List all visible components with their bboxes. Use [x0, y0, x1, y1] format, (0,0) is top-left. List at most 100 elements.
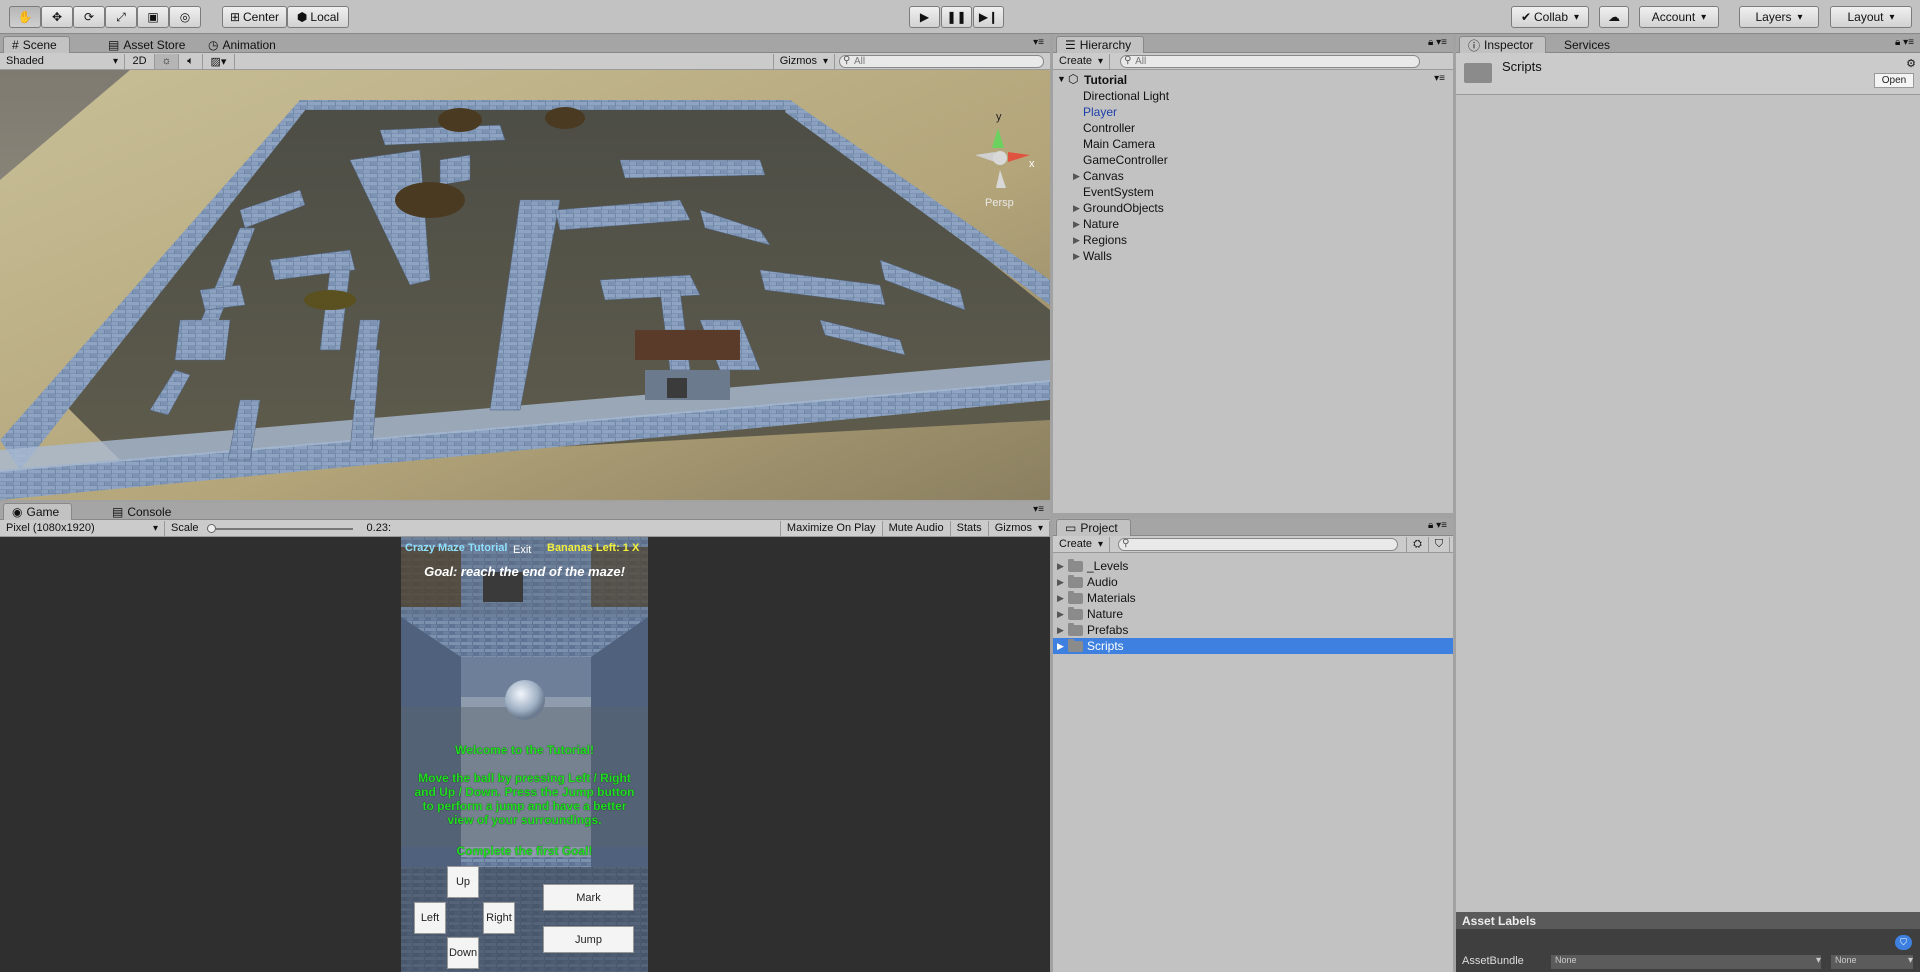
folder-icon: ▭: [1065, 521, 1077, 535]
hierarchy-item[interactable]: Controller: [1053, 120, 1453, 136]
up-button[interactable]: Up: [447, 866, 479, 898]
expand-triangle-icon[interactable]: ▶: [1057, 590, 1064, 606]
stats-toggle[interactable]: Stats: [951, 520, 989, 536]
down-button[interactable]: Down: [447, 937, 479, 969]
inspector-panel: ⓘ Inspector Services 🔒︎ ▾≡ Scripts ⚙ Open…: [1456, 35, 1920, 972]
panel-menu-icon[interactable]: ▾≡: [1033, 37, 1044, 48]
left-button[interactable]: Left: [414, 902, 446, 934]
clock-icon: ◷: [208, 37, 219, 52]
mark-button[interactable]: Mark: [543, 884, 634, 911]
tab-inspector[interactable]: ⓘ Inspector: [1459, 36, 1547, 53]
tab-project[interactable]: ▭ Project: [1056, 519, 1131, 536]
expand-triangle-icon[interactable]: ▶: [1057, 622, 1064, 638]
hierarchy-item[interactable]: Directional Light: [1053, 88, 1453, 104]
step-button[interactable]: ▶❙: [973, 6, 1004, 28]
maximize-on-play-toggle[interactable]: Maximize On Play: [779, 520, 883, 536]
project-folder-item[interactable]: ▶ Prefabs: [1053, 622, 1453, 638]
exit-button[interactable]: Exit: [513, 544, 531, 556]
tab-animation[interactable]: ◷ Animation: [200, 36, 288, 53]
layers-dropdown[interactable]: Layers: [1739, 6, 1819, 28]
mode-2d-toggle[interactable]: 2D: [125, 53, 155, 69]
collab-dropdown[interactable]: ✔ Collab: [1511, 6, 1589, 28]
project-folder-item[interactable]: ▶ Scripts: [1053, 638, 1453, 654]
resolution-dropdown[interactable]: Pixel (1080x1920): [0, 520, 165, 536]
effects-dropdown[interactable]: ▨▾: [203, 53, 235, 69]
play-button[interactable]: ▶: [909, 6, 940, 28]
expand-triangle-icon[interactable]: ▶: [1073, 203, 1080, 214]
move-tool-button[interactable]: ✥: [41, 6, 73, 28]
expand-triangle-icon[interactable]: ▶: [1057, 574, 1064, 590]
lighting-toggle[interactable]: ☼: [155, 53, 179, 69]
project-folder-label: Audio: [1087, 575, 1118, 589]
tab-asset-store[interactable]: ▤ Asset Store: [100, 36, 197, 53]
scale-tool-button[interactable]: ⤢: [105, 6, 137, 28]
hierarchy-item[interactable]: ▶ Canvas: [1053, 168, 1453, 184]
project-folder-item[interactable]: ▶ _Levels: [1053, 558, 1453, 574]
account-dropdown[interactable]: Account: [1639, 6, 1719, 28]
scene-root-row[interactable]: ▼ ⬡ Tutorial ▾≡: [1053, 72, 1453, 88]
hierarchy-item[interactable]: GameController: [1053, 152, 1453, 168]
tab-console[interactable]: ▤ Console: [104, 503, 183, 520]
hierarchy-item[interactable]: ▶ Nature: [1053, 216, 1453, 232]
filter-label-button[interactable]: ⛉: [1429, 536, 1451, 552]
hierarchy-item[interactable]: ▶ Regions: [1053, 232, 1453, 248]
hierarchy-item[interactable]: Player: [1053, 104, 1453, 120]
scale-slider[interactable]: [205, 521, 355, 536]
panel-menu-icon[interactable]: 🔒︎ ▾≡: [1428, 520, 1447, 531]
scale-slider-thumb[interactable]: [206, 523, 216, 533]
hierarchy-item[interactable]: ▶ Walls: [1053, 248, 1453, 264]
hierarchy-create-dropdown[interactable]: Create: [1053, 53, 1111, 69]
label-tag-icon[interactable]: ⛉: [1895, 935, 1912, 950]
hierarchy-item[interactable]: EventSystem: [1053, 184, 1453, 200]
tab-hierarchy[interactable]: ☰ Hierarchy: [1056, 36, 1145, 53]
expand-triangle-icon[interactable]: ▶: [1057, 638, 1064, 654]
expand-triangle-icon[interactable]: ▶: [1073, 171, 1080, 182]
game-gizmos-dropdown[interactable]: Gizmos: [989, 520, 1050, 536]
pivot-center-button[interactable]: ⊞ Center: [222, 6, 287, 28]
expand-triangle-icon[interactable]: ▶: [1073, 219, 1080, 230]
shading-mode-dropdown[interactable]: Shaded: [0, 53, 125, 69]
expand-triangle-icon[interactable]: ▶: [1057, 606, 1064, 622]
expand-triangle-icon[interactable]: ▶: [1073, 235, 1080, 246]
panel-menu-icon[interactable]: ▾≡: [1033, 504, 1044, 515]
hand-tool-button[interactable]: ✋: [9, 6, 41, 28]
layout-dropdown[interactable]: Layout: [1830, 6, 1912, 28]
scene-viewport[interactable]: y x Persp: [0, 70, 1050, 500]
project-folder-item[interactable]: ▶ Audio: [1053, 574, 1453, 590]
transform-tool-button[interactable]: ◎: [169, 6, 201, 28]
pause-button[interactable]: ❚❚: [941, 6, 972, 28]
project-folder-item[interactable]: ▶ Materials: [1053, 590, 1453, 606]
project-create-dropdown[interactable]: Create: [1053, 536, 1111, 552]
tab-scene[interactable]: # Scene: [3, 36, 70, 53]
tab-services[interactable]: Services: [1556, 36, 1622, 53]
project-folder-item[interactable]: ▶ Nature: [1053, 606, 1453, 622]
assetbundle-variant-dropdown[interactable]: None: [1831, 955, 1913, 969]
panel-menu-icon[interactable]: 🔒︎ ▾≡: [1428, 37, 1447, 48]
audio-toggle[interactable]: 🔈︎: [179, 53, 203, 69]
settings-gear-icon[interactable]: ⚙: [1906, 57, 1916, 70]
hierarchy-item[interactable]: ▶ GroundObjects: [1053, 200, 1453, 216]
tab-game[interactable]: ◉ Game: [3, 503, 73, 520]
hierarchy-search-input[interactable]: All: [1120, 54, 1421, 68]
expand-triangle-icon[interactable]: ▶: [1057, 558, 1064, 574]
asset-labels-header[interactable]: Asset Labels: [1456, 912, 1920, 929]
expanded-triangle-icon[interactable]: ▼: [1057, 74, 1066, 84]
filter-type-button[interactable]: ⛭: [1406, 536, 1429, 552]
assetbundle-dropdown[interactable]: None: [1551, 955, 1821, 969]
scene-gizmos-dropdown[interactable]: Gizmos: [772, 53, 835, 69]
rotate-tool-button[interactable]: ⟳: [73, 6, 105, 28]
pivot-local-button[interactable]: ⬢ Local: [287, 6, 349, 28]
expand-triangle-icon[interactable]: ▶: [1073, 251, 1080, 262]
hierarchy-item[interactable]: Main Camera: [1053, 136, 1453, 152]
project-search-input[interactable]: [1118, 537, 1399, 551]
right-button[interactable]: Right: [483, 902, 515, 934]
rect-tool-button[interactable]: ▣: [137, 6, 169, 28]
open-button[interactable]: Open: [1874, 73, 1914, 88]
cloud-button[interactable]: ☁: [1599, 6, 1629, 28]
mute-audio-toggle[interactable]: Mute Audio: [883, 520, 951, 536]
scene-menu-icon[interactable]: ▾≡: [1434, 73, 1445, 84]
scene-search-input[interactable]: All: [839, 54, 1044, 68]
jump-button[interactable]: Jump: [543, 926, 634, 953]
project-folder-label: Materials: [1087, 591, 1136, 605]
panel-menu-icon[interactable]: 🔒︎ ▾≡: [1895, 37, 1914, 48]
